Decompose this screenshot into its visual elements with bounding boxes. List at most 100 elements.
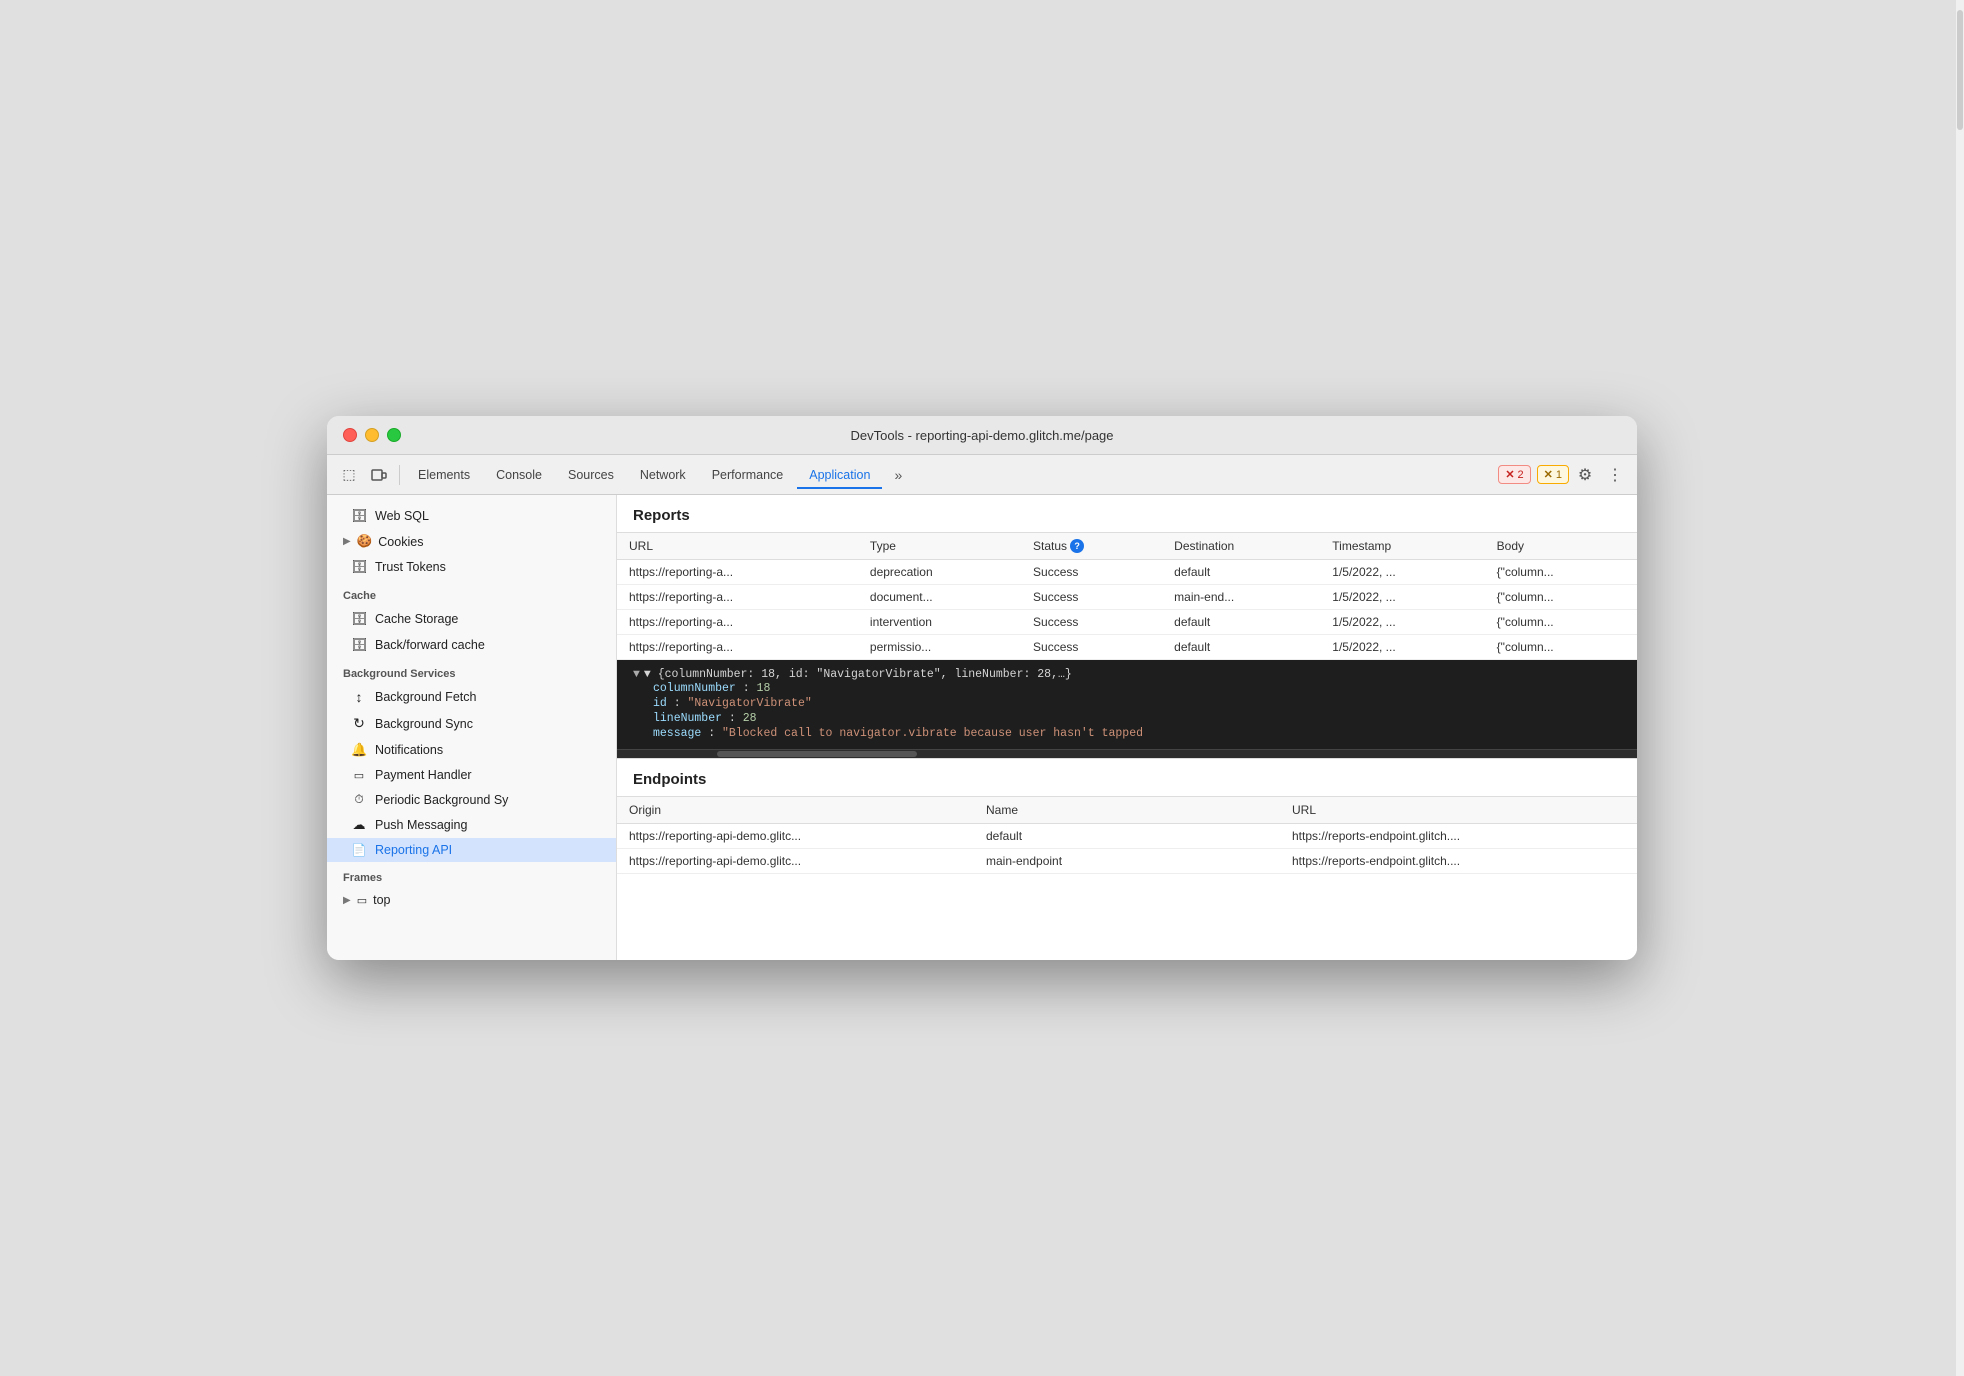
cell-timestamp: 1/5/2022, ... bbox=[1320, 585, 1484, 610]
table-row[interactable]: https://reporting-api-demo.glitc... main… bbox=[617, 849, 1637, 874]
sidebar-item-reporting-api[interactable]: 📄 Reporting API bbox=[327, 838, 616, 862]
warning-count: 1 bbox=[1556, 469, 1562, 481]
ep-cell-url: https://reports-endpoint.glitch.... bbox=[1280, 849, 1637, 874]
tab-separator bbox=[399, 465, 400, 485]
error-x-icon: ✕ bbox=[1505, 468, 1514, 481]
frames-section-label: Frames bbox=[327, 862, 616, 888]
tab-console[interactable]: Console bbox=[484, 462, 554, 488]
table-row[interactable]: https://reporting-api-demo.glitc... defa… bbox=[617, 824, 1637, 849]
json-summary: ▼ {columnNumber: 18, id: "NavigatorVibra… bbox=[644, 668, 1072, 681]
window-title: DevTools - reporting-api-demo.glitch.me/… bbox=[850, 428, 1113, 443]
warning-x-icon: ✕ bbox=[1544, 468, 1553, 481]
sidebar-item-bfcache[interactable]: 🗄 Back/forward cache bbox=[327, 632, 616, 658]
sidebar-item-top-frame[interactable]: ▶ ▭ top bbox=[327, 888, 616, 912]
endpoints-table: Origin Name URL https://reporting-api-de… bbox=[617, 796, 1637, 874]
bg-fetch-icon: ↕ bbox=[351, 689, 367, 705]
ep-col-origin: Origin bbox=[617, 797, 974, 824]
tab-application[interactable]: Application bbox=[797, 462, 882, 489]
reports-section: Reports URL Type Status bbox=[617, 495, 1637, 759]
sidebar-item-bg-fetch[interactable]: ↕ Background Fetch bbox=[327, 684, 616, 710]
json-collapse-toggle[interactable]: ▼ ▼ {columnNumber: 18, id: "NavigatorVib… bbox=[633, 668, 1621, 681]
col-url: URL bbox=[617, 533, 858, 560]
sidebar: 🗄 Web SQL ▶ 🍪 Cookies 🗄 Trust Tokens Cac… bbox=[327, 495, 617, 960]
sidebar-item-payment-handler[interactable]: ▭ Payment Handler bbox=[327, 763, 616, 787]
cell-body: {"column... bbox=[1485, 610, 1637, 635]
cell-timestamp: 1/5/2022, ... bbox=[1320, 635, 1484, 660]
endpoints-title: Endpoints bbox=[617, 759, 1637, 796]
database-icon: 🗄 bbox=[351, 508, 367, 524]
cell-destination: main-end... bbox=[1162, 585, 1320, 610]
col-destination: Destination bbox=[1162, 533, 1320, 560]
reports-table: URL Type Status ? Destin bbox=[617, 532, 1637, 660]
ep-col-url: URL bbox=[1280, 797, 1637, 824]
sidebar-item-websql[interactable]: 🗄 Web SQL bbox=[327, 503, 616, 529]
cell-status: Success bbox=[1021, 585, 1162, 610]
traffic-lights bbox=[343, 428, 401, 442]
token-icon: 🗄 bbox=[351, 559, 367, 575]
cell-url: https://reporting-a... bbox=[617, 560, 858, 585]
help-icon: ? bbox=[1070, 539, 1084, 553]
reporting-icon: 📄 bbox=[351, 843, 367, 857]
cookie-icon: 🍪 bbox=[357, 534, 373, 549]
json-expanded-panel: ▼ ▼ {columnNumber: 18, id: "NavigatorVib… bbox=[617, 660, 1637, 750]
tab-sources[interactable]: Sources bbox=[556, 462, 626, 488]
cell-type: intervention bbox=[858, 610, 1021, 635]
sidebar-item-bg-sync[interactable]: ↻ Background Sync bbox=[327, 710, 616, 737]
notifications-icon: 🔔 bbox=[351, 742, 367, 758]
push-icon: ☁ bbox=[351, 817, 367, 833]
sidebar-item-periodic-bg-sync[interactable]: ⏱ Periodic Background Sy bbox=[327, 787, 616, 812]
main-content: Reports URL Type Status bbox=[617, 495, 1637, 960]
json-key-message: message bbox=[653, 727, 701, 740]
cell-type: deprecation bbox=[858, 560, 1021, 585]
tab-badges: ✕ 2 ✕ 1 bbox=[1498, 465, 1569, 484]
warning-badge[interactable]: ✕ 1 bbox=[1537, 465, 1569, 484]
json-line-2: id : "NavigatorVibrate" bbox=[633, 696, 1621, 711]
json-scrollbar-thumb[interactable] bbox=[717, 751, 917, 757]
json-line-4: message : "Blocked call to navigator.vib… bbox=[633, 726, 1621, 741]
tab-performance[interactable]: Performance bbox=[700, 462, 796, 488]
cell-body: {"column... bbox=[1485, 585, 1637, 610]
cell-destination: default bbox=[1162, 610, 1320, 635]
json-line-3: lineNumber : 28 bbox=[633, 711, 1621, 726]
cell-url: https://reporting-a... bbox=[617, 610, 858, 635]
content-area: Reports URL Type Status bbox=[617, 495, 1637, 960]
cell-type: document... bbox=[858, 585, 1021, 610]
tab-network[interactable]: Network bbox=[628, 462, 698, 488]
sidebar-item-push-messaging[interactable]: ☁ Push Messaging bbox=[327, 812, 616, 838]
cell-status: Success bbox=[1021, 635, 1162, 660]
settings-icon[interactable]: ⚙ bbox=[1571, 461, 1599, 489]
table-row[interactable]: https://reporting-a... permissio... Succ… bbox=[617, 635, 1637, 660]
sidebar-item-notifications[interactable]: 🔔 Notifications bbox=[327, 737, 616, 763]
error-badge[interactable]: ✕ 2 bbox=[1498, 465, 1530, 484]
table-row[interactable]: https://reporting-a... document... Succe… bbox=[617, 585, 1637, 610]
sidebar-item-cookies[interactable]: ▶ 🍪 Cookies bbox=[327, 529, 616, 554]
main-content-wrapper: Reports URL Type Status bbox=[617, 495, 1637, 960]
table-row[interactable]: https://reporting-a... deprecation Succe… bbox=[617, 560, 1637, 585]
more-tabs-icon[interactable]: » bbox=[884, 461, 912, 489]
ep-cell-name: default bbox=[974, 824, 1280, 849]
json-scrollbar[interactable] bbox=[617, 750, 1637, 758]
device-icon[interactable] bbox=[365, 461, 393, 489]
maximize-button[interactable] bbox=[387, 428, 401, 442]
cache-section-label: Cache bbox=[327, 580, 616, 606]
tab-elements[interactable]: Elements bbox=[406, 462, 482, 488]
frame-arrow-icon: ▶ bbox=[343, 895, 351, 906]
ep-col-name: Name bbox=[974, 797, 1280, 824]
ep-cell-origin: https://reporting-api-demo.glitc... bbox=[617, 849, 974, 874]
json-val-message: "Blocked call to navigator.vibrate becau… bbox=[722, 727, 1143, 740]
cell-status: Success bbox=[1021, 610, 1162, 635]
endpoints-section: Endpoints Origin Name URL bbox=[617, 759, 1637, 874]
titlebar: DevTools - reporting-api-demo.glitch.me/… bbox=[327, 416, 1637, 455]
col-status: Status ? bbox=[1021, 533, 1162, 560]
minimize-button[interactable] bbox=[365, 428, 379, 442]
cell-status: Success bbox=[1021, 560, 1162, 585]
sidebar-item-trust-tokens[interactable]: 🗄 Trust Tokens bbox=[327, 554, 616, 580]
sidebar-item-cache-storage[interactable]: 🗄 Cache Storage bbox=[327, 606, 616, 632]
more-options-icon[interactable]: ⋮ bbox=[1601, 461, 1629, 489]
cursor-icon[interactable]: ⬚ bbox=[335, 461, 363, 489]
status-help[interactable]: Status ? bbox=[1033, 539, 1084, 553]
table-row[interactable]: https://reporting-a... intervention Succ… bbox=[617, 610, 1637, 635]
json-val-id: "NavigatorVibrate" bbox=[688, 697, 812, 710]
payment-icon: ▭ bbox=[351, 769, 367, 782]
close-button[interactable] bbox=[343, 428, 357, 442]
